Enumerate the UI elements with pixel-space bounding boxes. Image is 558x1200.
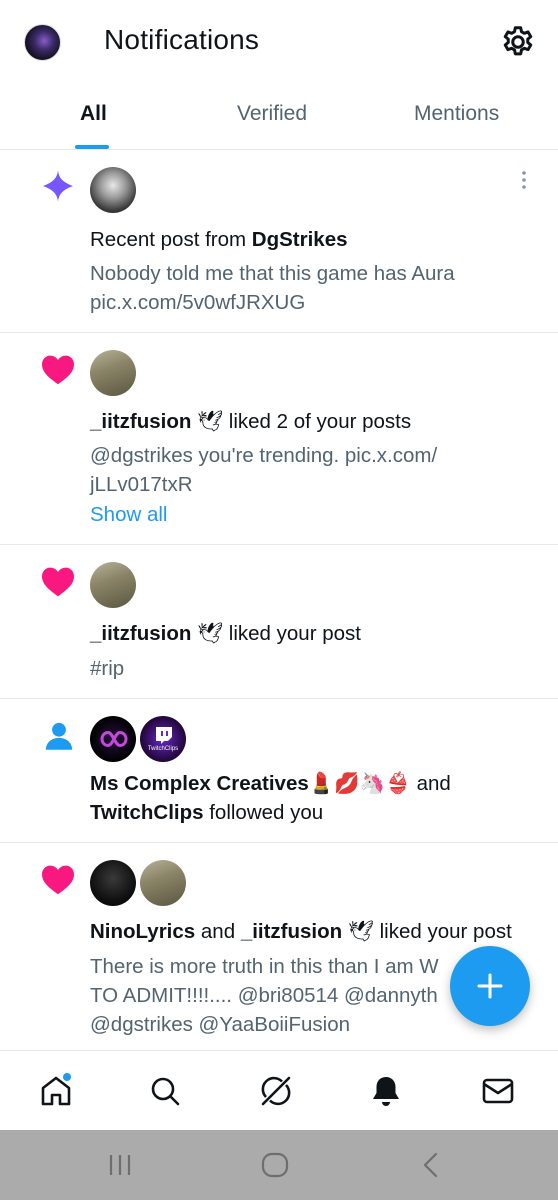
post-text-line: @dgstrikes @YaaBoiiFusion — [90, 1013, 351, 1036]
notification-headline-line2: TwitchClips followed you — [90, 801, 323, 825]
notification-headline: _iitzfusion 🕊 liked your post — [90, 622, 361, 646]
user-name[interactable]: _iitzfusion — [90, 622, 191, 645]
notification-tabs: All Verified Mentions — [0, 84, 558, 150]
user-name[interactable]: _iitzfusion — [90, 410, 191, 433]
dove-emoji-icon: 🕊 — [197, 622, 224, 645]
tab-mentions[interactable]: Mentions — [414, 102, 499, 126]
recent-apps-icon[interactable] — [105, 1150, 135, 1180]
notification-item[interactable]: Recent post from DgStrikes Nobody told m… — [0, 150, 558, 333]
messages-icon[interactable] — [480, 1073, 516, 1109]
post-text-line: TO ADMIT!!!!.... @bri80514 @dannyth — [90, 984, 438, 1007]
avatar-dgstrikes[interactable] — [90, 167, 136, 213]
action-text: liked 2 of your posts — [228, 410, 412, 433]
joiner-text: and — [416, 772, 451, 795]
infinity-logo-icon — [100, 730, 128, 748]
post-text-line: Nobody told me that this game has Aura — [90, 262, 455, 285]
active-tab-indicator — [75, 145, 109, 149]
heart-icon — [42, 567, 74, 597]
back-icon[interactable] — [416, 1150, 446, 1180]
notification-headline: NinoLyrics and _iitzfusion 🕊 liked your … — [90, 920, 512, 944]
system-navigation-bar — [0, 1130, 558, 1200]
twitch-logo-icon — [156, 727, 172, 744]
notifications-bell-icon[interactable] — [368, 1073, 404, 1109]
notification-item[interactable]: _iitzfusion 🕊 liked your post #rip — [0, 545, 558, 699]
avatar-iitzfusion[interactable] — [90, 562, 136, 608]
emoji-string: 💄💋🦄👙 — [308, 772, 411, 795]
home-circle-icon[interactable] — [260, 1150, 290, 1180]
sparkle-icon — [43, 170, 73, 202]
search-icon[interactable] — [147, 1073, 183, 1109]
heart-icon — [42, 865, 74, 895]
notification-item[interactable]: TwitchClips Ms Complex Creatives💄💋🦄👙 and… — [0, 699, 558, 843]
dove-emoji-icon: 🕊 — [347, 920, 374, 943]
action-text: liked your post — [228, 622, 361, 645]
twitchclips-badge-text: TwitchClips — [147, 746, 179, 752]
user-name[interactable]: _iitzfusion — [241, 920, 342, 943]
post-text-line[interactable]: #rip — [90, 654, 124, 683]
avatar-ninolyrics[interactable] — [90, 860, 136, 906]
user-name[interactable]: TwitchClips — [90, 801, 204, 824]
post-text-line: @dgstrikes you're trending. pic.x.com/ — [90, 444, 438, 467]
dove-emoji-icon: 🕊 — [197, 410, 224, 433]
avatar-iitzfusion[interactable] — [90, 350, 136, 396]
tab-verified[interactable]: Verified — [237, 102, 307, 126]
notification-headline: Recent post from DgStrikes — [90, 228, 348, 252]
settings-gear-icon[interactable] — [500, 24, 536, 60]
heart-icon — [42, 355, 74, 385]
bottom-navigation-bar — [0, 1050, 558, 1130]
person-icon — [45, 722, 73, 750]
user-name[interactable]: Ms Complex Creatives — [90, 772, 309, 795]
notification-item[interactable]: _iitzfusion 🕊 liked 2 of your posts @dgs… — [0, 333, 558, 545]
profile-avatar[interactable] — [24, 24, 61, 61]
user-name[interactable]: NinoLyrics — [90, 920, 195, 943]
avatar-iitzfusion[interactable] — [140, 860, 186, 906]
home-icon[interactable] — [38, 1073, 74, 1109]
show-all-link[interactable]: Show all — [90, 503, 168, 527]
notification-headline: _iitzfusion 🕊 liked 2 of your posts — [90, 410, 411, 434]
post-text-line[interactable]: pic.x.com/5v0wfJRXUG — [90, 288, 305, 317]
post-text-line[interactable]: jLLv017txR — [90, 470, 193, 499]
notification-headline: Ms Complex Creatives💄💋🦄👙 and — [90, 772, 451, 796]
plus-icon — [477, 973, 503, 999]
compose-post-button[interactable] — [450, 946, 530, 1026]
post-text-line: There is more truth in this than I am W — [90, 955, 439, 978]
joiner-text: and — [200, 920, 236, 943]
more-options-icon[interactable] — [517, 170, 531, 190]
action-text: liked your post — [379, 920, 512, 943]
page-title: Notifications — [104, 24, 260, 55]
headline-prefix: Recent post from — [90, 228, 252, 251]
avatar-ms-complex-creatives[interactable] — [90, 716, 136, 762]
action-text: followed you — [209, 801, 324, 824]
tab-all[interactable]: All — [80, 102, 107, 126]
avatar-twitchclips[interactable]: TwitchClips — [140, 716, 186, 762]
top-app-bar: Notifications — [0, 0, 558, 84]
user-name[interactable]: DgStrikes — [252, 228, 348, 251]
grok-icon[interactable] — [258, 1073, 294, 1109]
